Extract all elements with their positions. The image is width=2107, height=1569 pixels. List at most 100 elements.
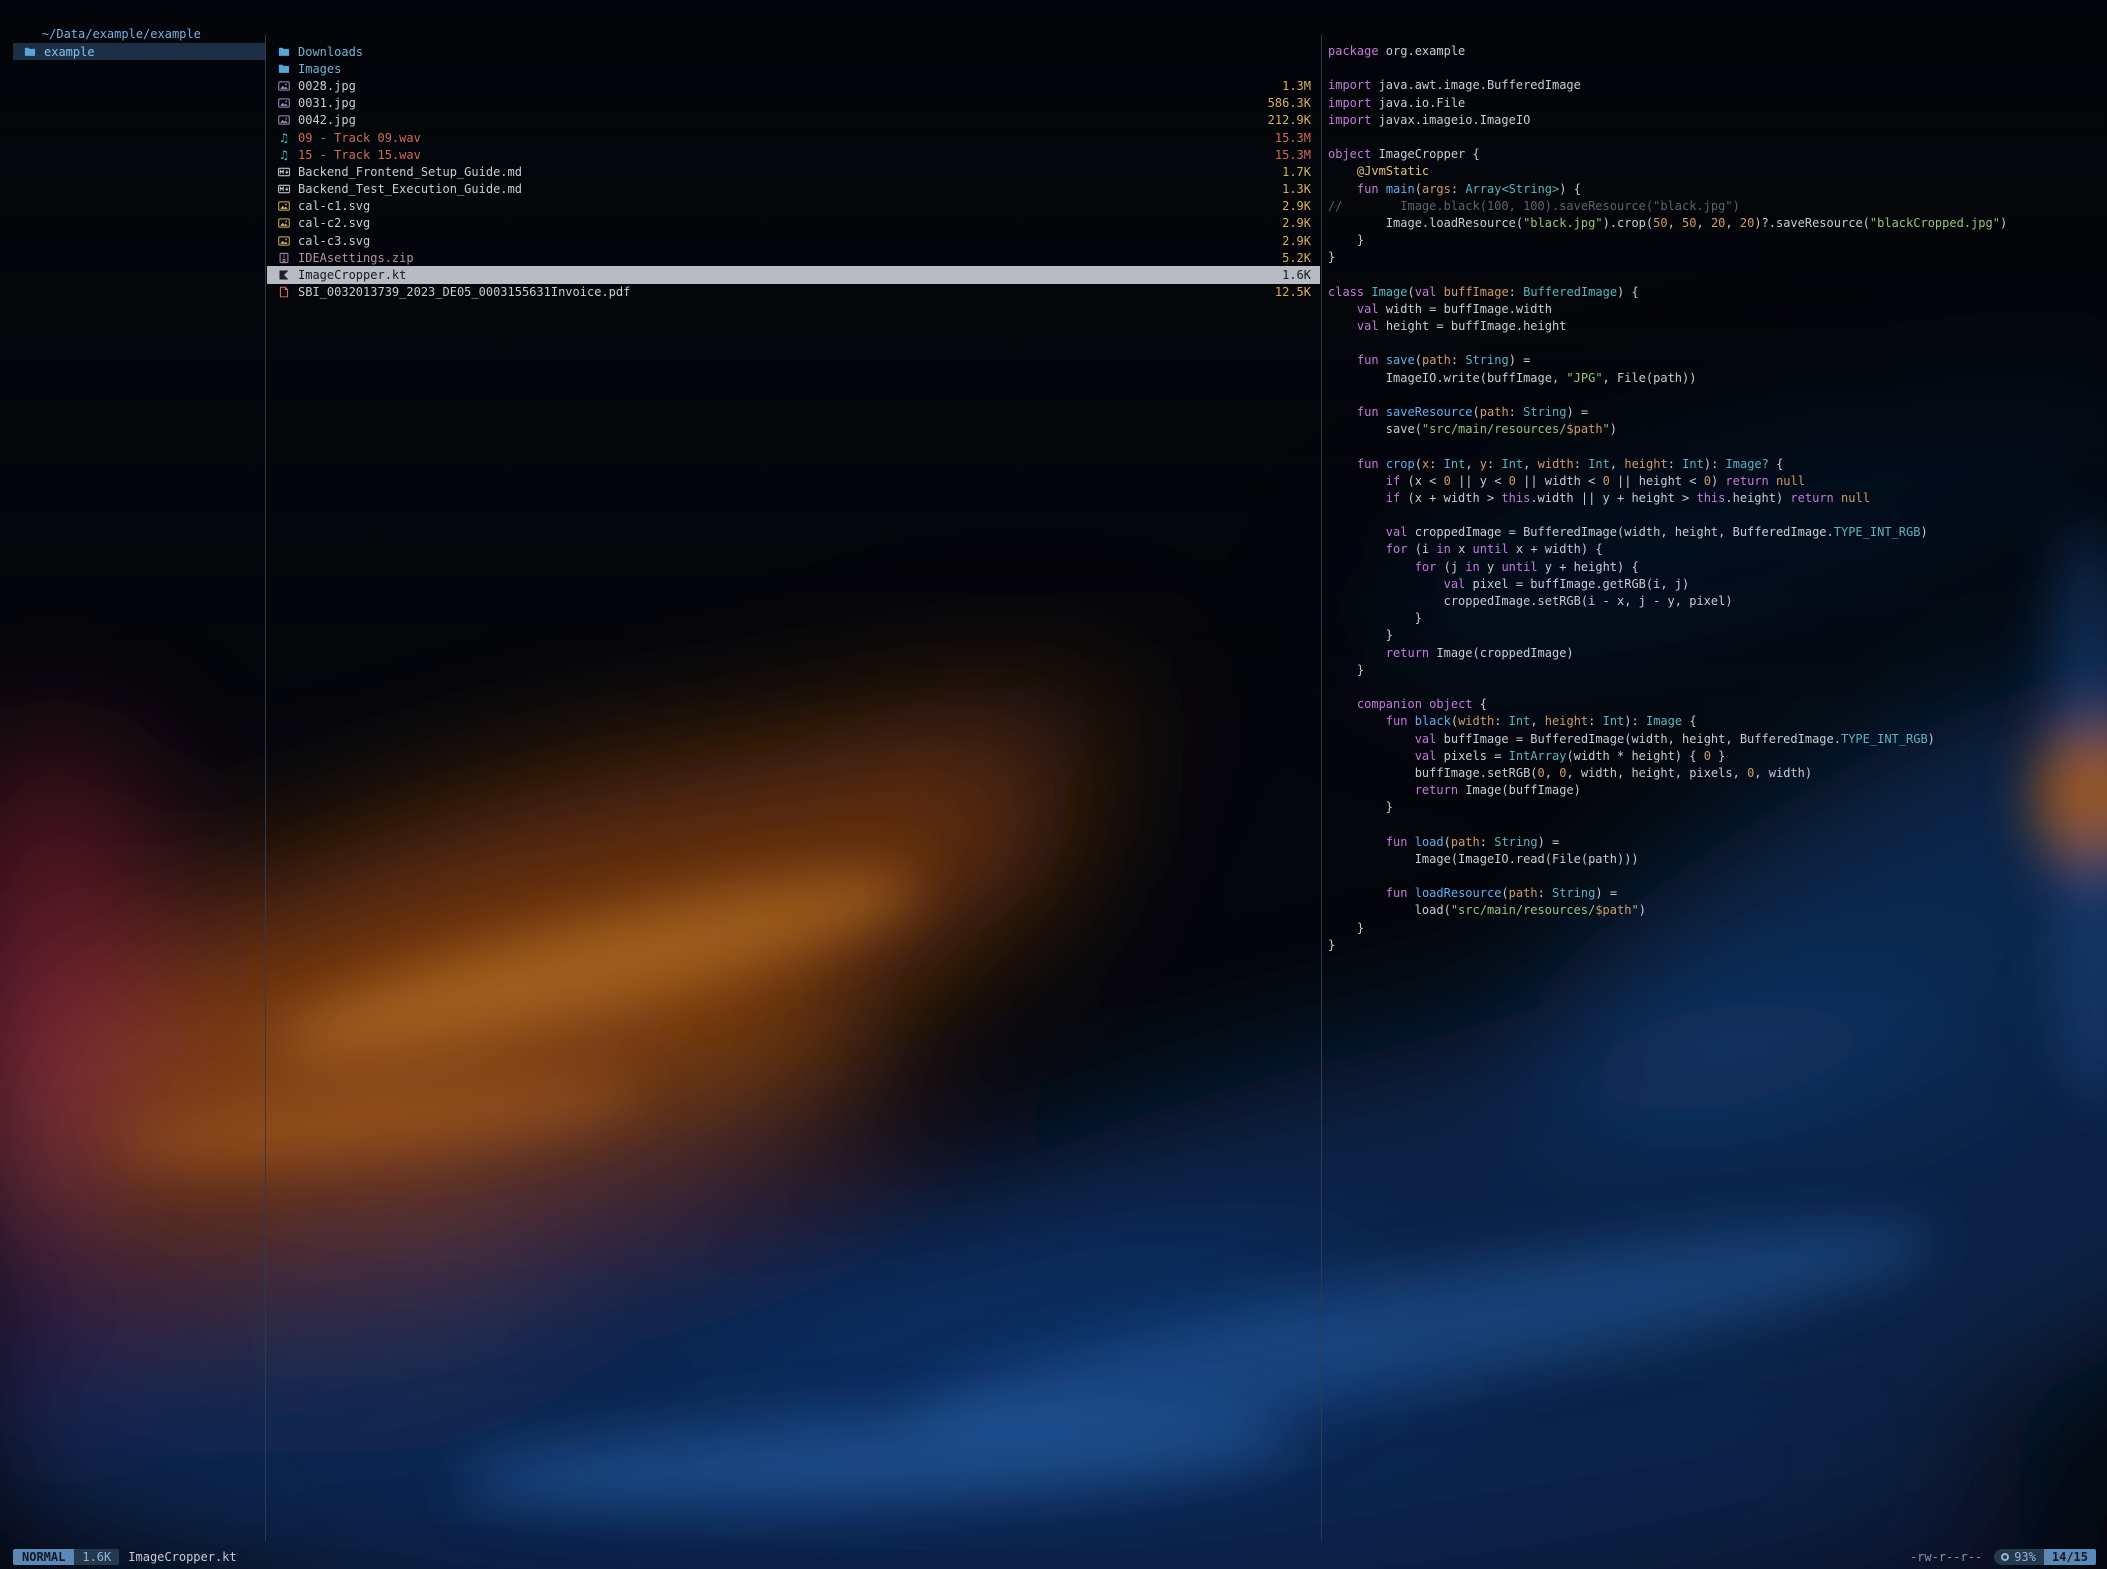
code-line: fun main(args: Array<String>) { [1328, 181, 2107, 198]
list-item[interactable]: ImageCropper.kt1.6K [267, 266, 1320, 283]
file-name: Images [298, 62, 341, 76]
list-item[interactable]: Backend_Frontend_Setup_Guide.md1.7K [267, 163, 1320, 180]
code-line: } [1328, 232, 2107, 249]
code-line: @JvmStatic [1328, 163, 2107, 180]
preview-pane[interactable]: package org.example import java.awt.imag… [1328, 35, 2107, 1541]
code-line: fun saveResource(path: String) = [1328, 404, 2107, 421]
current-pane[interactable]: Downloads Images 0028.jpg 1.3M 0031.jpg586.3… [267, 35, 1320, 1541]
code-line [1328, 60, 2107, 77]
pane-divider [1321, 35, 1322, 1541]
code-line: val height = buffImage.height [1328, 318, 2107, 335]
code-line: buffImage.setRGB(0, 0, width, height, pi… [1328, 765, 2107, 782]
code-line: val width = buffImage.width [1328, 301, 2107, 318]
code-line [1328, 868, 2107, 885]
code-line: } [1328, 937, 2107, 954]
list-item[interactable]: ♫15 - Track 15.wav15.3M [267, 146, 1320, 163]
list-item[interactable]: cal-c3.svg2.9K [267, 232, 1320, 249]
vector-icon [277, 217, 291, 229]
code-line: fun load(path: String) = [1328, 834, 2107, 851]
file-name: ImageCropper.kt [298, 268, 406, 282]
code-line: Image(ImageIO.read(File(path))) [1328, 851, 2107, 868]
status-position-group: 93% 14/15 [1994, 1549, 2096, 1565]
code-line: object ImageCropper { [1328, 146, 2107, 163]
code-line [1328, 438, 2107, 455]
file-size: 212.9K [1256, 113, 1311, 127]
code-line [1328, 266, 2107, 283]
code-line: return Image(croppedImage) [1328, 645, 2107, 662]
status-filename: ImageCropper.kt [128, 1550, 236, 1564]
code-line: if (x + width > this.width || y + height… [1328, 490, 2107, 507]
file-name: IDEAsettings.zip [298, 251, 414, 265]
file-permissions: -rw-r--r-- [1910, 1550, 1982, 1564]
code-line: } [1328, 627, 2107, 644]
file-name: cal-c2.svg [298, 216, 370, 230]
list-item[interactable]: Backend_Test_Execution_Guide.md 1.3K [267, 181, 1320, 198]
code-line: import javax.imageio.ImageIO [1328, 112, 2107, 129]
image-icon [277, 114, 291, 126]
code-line: fun save(path: String) = [1328, 352, 2107, 369]
list-item[interactable]: ♫09 - Track 09.wav15.3M [267, 129, 1320, 146]
list-item[interactable]: Images [267, 60, 1320, 77]
folder-icon [277, 63, 291, 75]
list-item[interactable]: SBI_0032013739_2023_DE05_0003155631Invoi… [267, 284, 1320, 301]
file-name: Downloads [298, 45, 363, 59]
list-item[interactable]: 0031.jpg586.3K [267, 95, 1320, 112]
folder-icon [23, 46, 37, 58]
code-line: val croppedImage = BufferedImage(width, … [1328, 524, 2107, 541]
vector-icon [277, 200, 291, 212]
pdf-icon [277, 286, 291, 298]
file-name: SBI_0032013739_2023_DE05_0003155631Invoi… [298, 285, 630, 299]
file-size: 12.5K [1263, 285, 1311, 299]
code-line: val pixels = IntArray(width * height) { … [1328, 748, 2107, 765]
file-size-badge: 1.6K [74, 1549, 119, 1565]
list-item[interactable]: IDEAsettings.zip5.2K [267, 249, 1320, 266]
code-line: fun crop(x: Int, y: Int, width: Int, hei… [1328, 456, 2107, 473]
markdown-icon [277, 166, 291, 178]
image-icon [277, 97, 291, 109]
code-line: } [1328, 610, 2107, 627]
pane-divider [265, 35, 266, 1541]
list-item[interactable]: 0028.jpg 1.3M [267, 77, 1320, 94]
code-line: fun black(width: Int, height: Int): Imag… [1328, 713, 2107, 730]
code-line [1328, 387, 2107, 404]
code-line: return Image(buffImage) [1328, 782, 2107, 799]
parent-pane[interactable]: example [13, 35, 265, 1541]
code-line: import java.io.File [1328, 95, 2107, 112]
file-name: Backend_Frontend_Setup_Guide.md [298, 165, 522, 179]
file-name: 09 - Track 09.wav [298, 131, 421, 145]
file-name: 0042.jpg [298, 113, 356, 127]
list-item[interactable]: 0042.jpg 212.9K [267, 112, 1320, 129]
code-line: class Image(val buffImage: BufferedImage… [1328, 284, 2107, 301]
code-preview: package org.example import java.awt.imag… [1328, 43, 2107, 954]
code-line: croppedImage.setRGB(i - x, j - y, pixel) [1328, 593, 2107, 610]
code-line [1328, 335, 2107, 352]
mode-badge: NORMAL [13, 1549, 74, 1565]
file-name: Backend_Test_Execution_Guide.md [298, 182, 522, 196]
parent-pane-list: example [13, 43, 265, 60]
file-size: 1.3M [1270, 79, 1311, 93]
parent-dir-item[interactable]: example [13, 43, 265, 60]
list-item[interactable]: cal-c2.svg2.9K [267, 215, 1320, 232]
image-icon [277, 80, 291, 92]
file-list: Downloads Images 0028.jpg 1.3M 0031.jpg586.3… [267, 43, 1320, 301]
file-size: 1.3K [1270, 182, 1311, 196]
list-item[interactable]: Downloads [267, 43, 1320, 60]
vector-icon [277, 235, 291, 247]
code-line [1328, 679, 2107, 696]
code-line: save("src/main/resources/$path") [1328, 421, 2107, 438]
code-line [1328, 816, 2107, 833]
code-line: } [1328, 249, 2107, 266]
code-line: fun loadResource(path: String) = [1328, 885, 2107, 902]
code-line: Image.loadResource("black.jpg").crop(50,… [1328, 215, 2107, 232]
code-line: val pixel = buffImage.getRGB(i, j) [1328, 576, 2107, 593]
audio-icon: ♫ [277, 132, 291, 144]
code-line: } [1328, 920, 2107, 937]
list-item[interactable]: cal-c1.svg2.9K [267, 198, 1320, 215]
file-name: 0028.jpg [298, 79, 356, 93]
code-line: val buffImage = BufferedImage(width, hei… [1328, 731, 2107, 748]
file-size: 2.9K [1270, 234, 1311, 248]
code-line: load("src/main/resources/$path") [1328, 902, 2107, 919]
code-line: for (j in y until y + height) { [1328, 559, 2107, 576]
scroll-percent-badge: 93% [1994, 1549, 2044, 1565]
code-line [1328, 129, 2107, 146]
